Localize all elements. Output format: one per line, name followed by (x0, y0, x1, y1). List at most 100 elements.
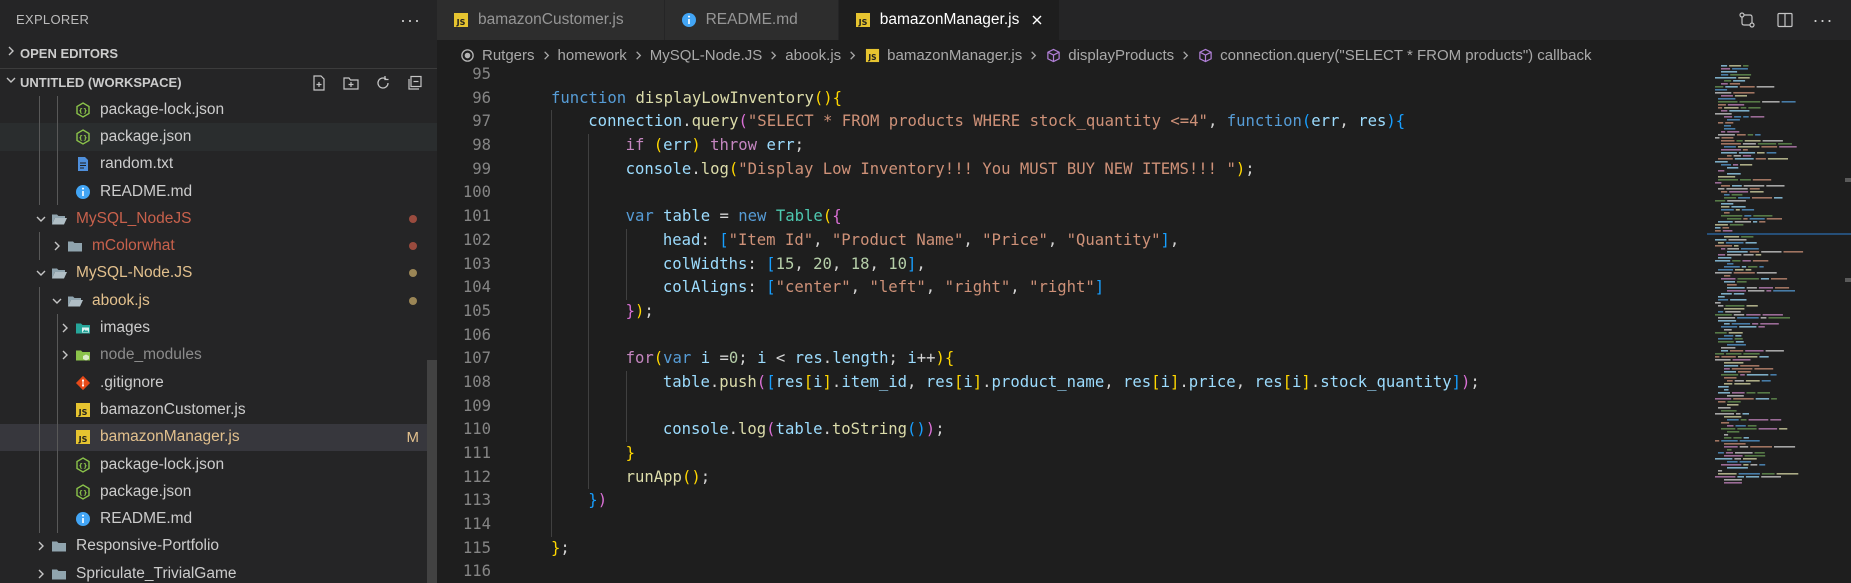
breadcrumb-item[interactable]: connection.query("SELECT * FROM products… (1197, 46, 1592, 64)
editor-tabs: JS bamazonCustomer.js README.md JS bamazonMa… (437, 0, 1851, 40)
code-editor[interactable]: 95 96 function displayLowInventory(){97 con… (437, 63, 1707, 583)
chevron-right-icon[interactable] (32, 540, 50, 552)
breadcrumb-item[interactable]: abook.js (785, 47, 841, 64)
tree-folder[interactable]: abook.js (0, 287, 437, 315)
chevron-right-icon[interactable] (56, 349, 74, 361)
code-token: res (925, 372, 954, 391)
code-token: () (813, 88, 833, 107)
new-file-icon[interactable] (309, 73, 329, 93)
tree-file[interactable]: random.txt (0, 150, 437, 178)
cube-icon (1045, 47, 1061, 63)
chevron-down-icon[interactable] (32, 267, 50, 279)
tree-file[interactable]: JS bamazonCustomer.js (0, 396, 437, 424)
tree-folder[interactable]: MySQL_NodeJS (0, 205, 437, 232)
chevron-right-icon (847, 50, 858, 61)
new-folder-icon[interactable] (341, 73, 361, 93)
refresh-icon[interactable] (373, 73, 393, 93)
code-token: "Item Id" (728, 230, 814, 249)
editor-tab[interactable]: README.md (664, 0, 839, 40)
breadcrumb-label: connection.query("SELECT * FROM products… (1220, 46, 1592, 64)
tree-file[interactable]: README.md (0, 505, 437, 533)
minimap[interactable] (1707, 63, 1851, 583)
indent-guide (625, 228, 627, 253)
tree-folder[interactable]: images (0, 314, 437, 342)
tab-label: README.md (705, 11, 798, 28)
editor-tab[interactable]: JS bamazonManager.js (838, 0, 1061, 40)
indent-guide (551, 299, 552, 324)
tree-file[interactable]: {} package.json (0, 123, 437, 151)
more-actions-icon[interactable]: ··· (400, 0, 421, 40)
code-token: } (625, 444, 635, 462)
chevron-right-icon[interactable] (32, 568, 50, 580)
code-token: ] (972, 372, 983, 391)
editor-tab[interactable]: JS bamazonCustomer.js (437, 0, 665, 40)
chevron-right-icon (1180, 50, 1191, 61)
open-editors-section[interactable]: OPEN EDITORS (0, 40, 437, 68)
indent-guide (39, 341, 40, 369)
tree-file[interactable]: README.md (0, 177, 437, 206)
indent-guide (57, 396, 58, 424)
code-token: ; (700, 467, 711, 486)
code-token: } (588, 491, 598, 510)
split-editor-icon[interactable] (1775, 10, 1795, 30)
code-token: res (775, 372, 804, 391)
chevron-right-icon[interactable] (56, 322, 74, 334)
folder-icon (66, 237, 84, 255)
indent-guide (551, 181, 552, 206)
tree-folder[interactable]: MySQL-Node.JS (0, 260, 437, 287)
sidebar-scrollbar[interactable] (427, 360, 437, 583)
node-folder-icon (74, 346, 92, 364)
code-token: , (916, 254, 926, 273)
workspace-section[interactable]: UNTITLED (WORKSPACE) (0, 68, 437, 96)
indent-guide (588, 370, 590, 395)
code-token: () (907, 420, 926, 439)
indent-guide (588, 252, 590, 277)
indent-guide (57, 314, 58, 342)
editor-area: JS bamazonCustomer.js README.md JS bamazonMa… (437, 0, 1851, 583)
text-file-icon (74, 155, 92, 173)
image-folder-icon (74, 319, 92, 337)
code-token: [ (766, 278, 776, 297)
indent-guide (39, 123, 40, 151)
svg-text:JS: JS (867, 53, 876, 62)
code-token: console (625, 159, 692, 178)
tree-file[interactable]: {} package-lock.json (0, 450, 437, 479)
tree-folder[interactable]: mColorwhat (0, 232, 437, 260)
collapse-all-icon[interactable] (405, 73, 425, 93)
line-content (491, 560, 551, 583)
indent-guide (57, 150, 58, 178)
code-token: push (719, 372, 757, 391)
tree-folder[interactable]: Responsive-Portfolio (0, 533, 437, 560)
indent-guide (551, 323, 552, 348)
indent-guide (39, 478, 40, 506)
compare-changes-icon[interactable] (1737, 10, 1757, 30)
breadcrumb-item[interactable]: Rutgers (459, 47, 535, 64)
breadcrumb-item[interactable]: displayProducts (1045, 47, 1174, 64)
folder-open-icon (66, 292, 84, 310)
chevron-down-icon[interactable] (48, 295, 66, 307)
tree-file[interactable]: {} package.json (0, 478, 437, 506)
chevron-down-icon[interactable] (32, 213, 50, 225)
modified-dot (409, 296, 417, 305)
code-token: , (1169, 230, 1180, 249)
js-icon: JS (864, 47, 880, 63)
line-content: console.log(table.toString()); (491, 418, 945, 442)
tree-item-label: random.txt (100, 155, 174, 173)
breadcrumb-item[interactable]: homework (558, 47, 627, 64)
tree-folder[interactable]: Spriculate_TrivialGame (0, 560, 437, 583)
tree-file[interactable]: .gitignore (0, 368, 437, 397)
tree-file[interactable]: JS bamazonManager.js M (0, 423, 437, 451)
close-icon[interactable] (1029, 12, 1045, 28)
more-actions-icon[interactable]: ··· (1813, 10, 1833, 30)
tree-folder[interactable]: node_modules (0, 341, 437, 369)
chevron-right-icon[interactable] (48, 240, 66, 252)
line-number: 100 (462, 183, 491, 202)
code-token: ( (653, 136, 664, 155)
tree-file[interactable]: {} package-lock.json (0, 96, 437, 124)
indent-guide (588, 465, 590, 490)
code-token: err (1311, 112, 1340, 131)
breadcrumb-item[interactable]: MySQL-Node.JS (650, 47, 763, 64)
breadcrumb-item[interactable]: JS bamazonManager.js (864, 47, 1022, 64)
code-line: 106 (437, 323, 1707, 348)
